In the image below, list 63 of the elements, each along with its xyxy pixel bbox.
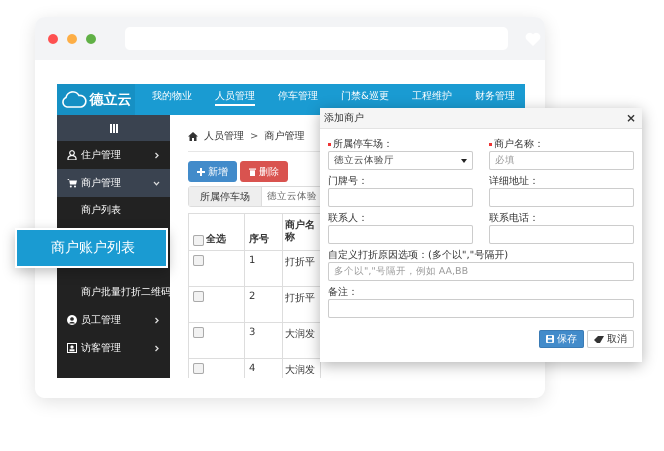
table-cell: 2 [244, 286, 282, 322]
id-card-icon [67, 343, 77, 353]
table-header-cell: 序号 [244, 214, 282, 250]
callout-label: 商户账户列表 [15, 228, 168, 268]
input-field[interactable]: 必填 [489, 151, 634, 170]
select-all-checkbox[interactable] [193, 234, 204, 246]
sidebar-item[interactable]: 员工管理 [57, 306, 170, 334]
input-field[interactable]: 多个以","号隔开，例如 AA,BB [328, 262, 634, 281]
chevron-right-icon [153, 152, 160, 158]
table-cell: 3 [244, 322, 282, 358]
maximize-dot-icon[interactable] [86, 34, 96, 44]
chevron-down-icon [153, 180, 160, 186]
sidebar-item[interactable]: 访客管理 [57, 334, 170, 362]
cloud-logo-icon [60, 90, 86, 108]
field-label: 商户名称： [494, 138, 544, 151]
field-label: 联系人： [328, 212, 368, 225]
user-icon [67, 150, 77, 160]
close-dot-icon[interactable] [48, 34, 58, 44]
user-circle-icon [67, 315, 77, 325]
cart-icon [67, 178, 77, 188]
save-button[interactable]: 保存 [539, 330, 584, 348]
close-button[interactable]: × [626, 111, 636, 125]
sidebar-item[interactable]: 商户管理 [57, 169, 170, 197]
brand-name: 德立云 [90, 90, 132, 108]
trash-icon [249, 168, 256, 176]
table-cell: 1 [244, 250, 282, 286]
sidebar-item[interactable]: 住户管理 [57, 141, 170, 169]
required-mark [489, 142, 492, 146]
menu-icon [110, 124, 118, 132]
sidebar-subitem[interactable]: 商户列表 [57, 197, 170, 224]
table-header-cell: 全选 [188, 214, 244, 250]
breadcrumb-link[interactable]: 商户管理 [264, 129, 304, 143]
field-label: 联系电话： [489, 212, 539, 225]
breadcrumb-link[interactable]: 人员管理 [204, 129, 244, 143]
field-label: 门牌号： [328, 174, 368, 188]
sidebar-toggle[interactable] [57, 115, 170, 141]
chevron-right-icon [153, 344, 160, 352]
input-field[interactable] [328, 299, 634, 318]
field-label: 自定义打折原因选项：(多个以","号隔开) [328, 248, 508, 262]
add-button[interactable]: 新增 [188, 161, 237, 182]
required-mark [328, 142, 331, 146]
row-checkbox[interactable] [193, 291, 204, 302]
breadcrumb-separator: > [250, 130, 258, 142]
dialog-title: 添加商户 [324, 112, 364, 125]
input-field[interactable] [489, 225, 634, 244]
field-label: 备注： [328, 286, 358, 299]
field-label: 详细地址： [489, 174, 539, 188]
plus-icon [197, 168, 205, 176]
input-field[interactable] [328, 188, 473, 207]
chevron-right-icon [153, 316, 160, 324]
minimize-dot-icon[interactable] [67, 34, 77, 44]
input-field[interactable] [489, 188, 634, 207]
input-field[interactable] [328, 225, 473, 244]
row-checkbox[interactable] [193, 327, 204, 338]
eraser-icon [594, 336, 604, 342]
home-icon [188, 132, 198, 140]
field-label: 所属停车场： [333, 138, 393, 151]
row-checkbox[interactable] [193, 363, 204, 374]
row-checkbox[interactable] [193, 255, 204, 266]
delete-button[interactable]: 删除 [240, 161, 288, 182]
select-field[interactable]: 德立云体验厅 [328, 151, 473, 170]
cancel-button[interactable]: 取消 [587, 330, 634, 348]
dropdown-caret-icon [461, 158, 467, 162]
